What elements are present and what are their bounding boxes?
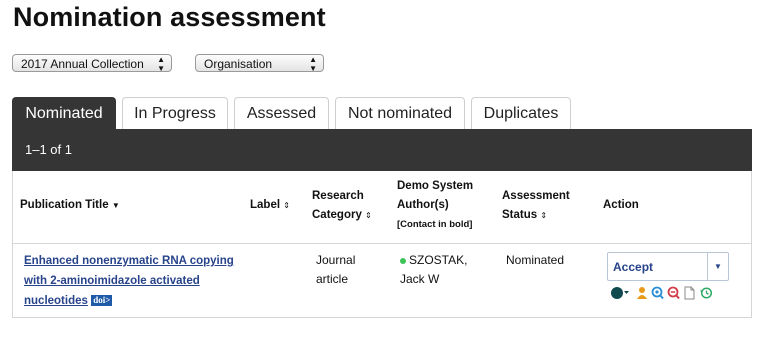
nomination-table: Publication Title ▼ Label ⇕ Research Cat… bbox=[12, 171, 752, 318]
column-header-title[interactable]: Publication Title ▼ bbox=[20, 196, 120, 215]
results-bar: 1–1 of 1 bbox=[12, 129, 752, 171]
column-header-authors: Demo System Author(s) [Contact in bold] bbox=[397, 180, 474, 230]
action-select-value: Accept bbox=[613, 260, 654, 274]
organisation-select-value: Organisation bbox=[204, 57, 273, 71]
action-select[interactable]: Accept ▼ bbox=[607, 252, 729, 281]
color-picker-icon[interactable] bbox=[610, 286, 630, 300]
publication-title-link[interactable]: nucleotides bbox=[24, 295, 88, 307]
tab-duplicates[interactable]: Duplicates bbox=[471, 97, 571, 129]
sort-icon: ⇕ bbox=[365, 211, 372, 220]
search-refresh-icon[interactable] bbox=[651, 286, 664, 300]
row-status: Nominated bbox=[506, 253, 565, 267]
column-header-label[interactable]: Label ⇕ bbox=[250, 196, 290, 215]
sort-desc-icon: ▼ bbox=[111, 201, 120, 210]
publication-title-link[interactable]: Enhanced nonenzymatic RNA copying bbox=[24, 255, 234, 267]
person-icon[interactable] bbox=[636, 286, 648, 300]
organisation-select[interactable]: Organisation ▲ ▼ bbox=[195, 54, 324, 73]
tab-not-nominated[interactable]: Not nominated bbox=[335, 97, 465, 129]
sort-icon: ⇕ bbox=[540, 211, 548, 220]
column-header-category[interactable]: Research Category ⇕ bbox=[312, 187, 372, 225]
publication-title-link[interactable]: with 2-aminoimidazole activated bbox=[24, 275, 200, 287]
row-authors: SZOSTAK, Jack W bbox=[400, 253, 468, 286]
sort-icon: ⇕ bbox=[283, 201, 290, 210]
column-header-status[interactable]: Assessment Status ⇕ bbox=[502, 187, 570, 225]
doi-badge[interactable]: doi> bbox=[91, 295, 113, 307]
select-arrows-icon: ▲ ▼ bbox=[157, 55, 165, 73]
collection-select-value: 2017 Annual Collection bbox=[21, 57, 144, 71]
tab-in-progress[interactable]: In Progress bbox=[122, 97, 228, 129]
collection-select[interactable]: 2017 Annual Collection ▲ ▼ bbox=[12, 54, 172, 73]
header-divider bbox=[13, 243, 751, 244]
table-row-title: Enhanced nonenzymatic RNA copying with 2… bbox=[24, 251, 239, 311]
results-range: 1–1 of 1 bbox=[25, 142, 72, 157]
status-dot-icon bbox=[400, 257, 406, 264]
page-title: Nomination assessment bbox=[13, 2, 326, 32]
chevron-down-icon[interactable]: ▼ bbox=[707, 253, 728, 280]
select-arrows-icon: ▲ ▼ bbox=[309, 55, 317, 73]
search-remove-icon[interactable] bbox=[667, 286, 680, 300]
tab-nominated[interactable]: Nominated bbox=[12, 97, 116, 129]
column-header-action: Action bbox=[603, 199, 639, 211]
history-icon[interactable] bbox=[700, 286, 713, 300]
row-category: Journal article bbox=[316, 253, 356, 286]
document-icon[interactable] bbox=[684, 286, 695, 300]
tab-assessed[interactable]: Assessed bbox=[234, 97, 329, 129]
